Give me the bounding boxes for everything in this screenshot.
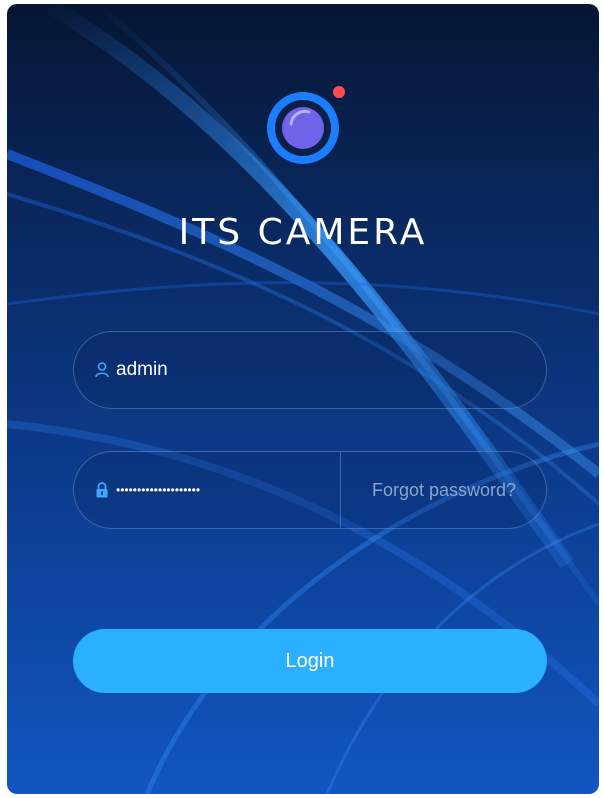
lock-icon (96, 482, 108, 498)
login-panel: ITS CAMERA admin •••••••••••••••••••• Fo… (7, 4, 599, 794)
field-divider (340, 452, 341, 528)
login-button[interactable]: Login (73, 629, 547, 693)
username-field[interactable]: admin (73, 331, 547, 409)
user-icon (95, 362, 109, 378)
app-title: ITS CAMERA (178, 212, 428, 253)
password-input[interactable]: •••••••••••••••••••• (116, 452, 200, 528)
username-input[interactable]: admin (116, 332, 168, 408)
forgot-password-link[interactable]: Forgot password? (342, 452, 546, 528)
password-field[interactable]: •••••••••••••••••••• Forgot password? (73, 451, 547, 529)
camera-lens-icon (267, 86, 345, 164)
